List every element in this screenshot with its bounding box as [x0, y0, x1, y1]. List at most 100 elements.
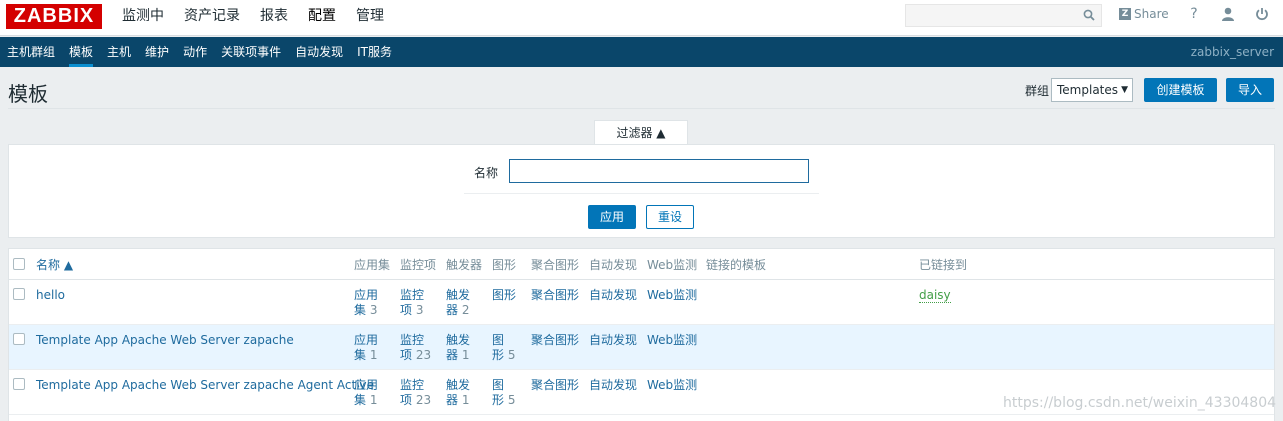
triggers-count: 2 — [461, 303, 470, 317]
web-link[interactable]: Web监测 — [647, 378, 697, 393]
filter-tab[interactable]: 过滤器 ▲ — [594, 120, 688, 145]
applications-link-wrap[interactable]: 集 — [354, 303, 366, 317]
graphs-cell: 图形 5 — [492, 378, 515, 408]
web-link[interactable]: Web监测 — [647, 333, 697, 348]
filter-divider — [464, 193, 819, 194]
subnav-hosts[interactable]: 主机 — [100, 37, 138, 67]
graphs-link-wrap[interactable]: 形 — [492, 348, 504, 362]
group-select[interactable]: Templates ▼ — [1051, 78, 1133, 102]
search-input[interactable] — [905, 4, 1102, 27]
group-select-value: Templates — [1057, 83, 1119, 97]
header-linked-to: 已链接到 — [919, 258, 968, 272]
applications-link[interactable]: 应用 — [354, 333, 378, 347]
screens-link[interactable]: 聚合图形 — [531, 288, 579, 303]
linked-host-link[interactable]: daisy — [919, 288, 951, 303]
help-icon[interactable]: ? — [1186, 6, 1202, 22]
items-cell: 监控项 23 — [400, 333, 431, 363]
applications-cell: 应用集 3 — [354, 288, 378, 318]
triggers-link[interactable]: 触发 — [446, 333, 470, 347]
items-link-wrap[interactable]: 项 — [400, 393, 412, 407]
subnav-actions[interactable]: 动作 — [176, 37, 214, 67]
user-icon[interactable] — [1220, 6, 1236, 22]
subnav-maintenance[interactable]: 维护 — [138, 37, 176, 67]
subnav-templates[interactable]: 模板 — [62, 37, 100, 67]
menu-reports[interactable]: 报表 — [250, 0, 298, 36]
web-link[interactable]: Web监测 — [647, 288, 697, 303]
discovery-link[interactable]: 自动发现 — [589, 288, 637, 303]
server-name: zabbix_server — [1190, 45, 1274, 59]
items-link-wrap[interactable]: 项 — [400, 348, 412, 362]
zabbix-logo[interactable]: ZABBIX — [6, 4, 102, 29]
applications-link[interactable]: 应用 — [354, 378, 378, 392]
graphs-cell: 图形 5 — [492, 333, 515, 363]
applications-count: 1 — [369, 393, 378, 407]
graphs-link[interactable]: 图 — [492, 333, 504, 347]
triggers-link[interactable]: 触发 — [446, 288, 470, 302]
triggers-link-wrap[interactable]: 器 — [446, 303, 458, 317]
header-web: Web监测 — [647, 258, 698, 272]
create-template-button[interactable]: 创建模板 — [1144, 78, 1217, 102]
items-cell: 监控项 23 — [400, 378, 431, 408]
header-applications: 应用集 — [354, 258, 391, 272]
subnav-correlation[interactable]: 关联项事件 — [214, 37, 288, 67]
linked-to-cell: daisy — [919, 288, 951, 303]
graphs-link[interactable]: 图形 — [492, 288, 516, 302]
items-link[interactable]: 监控 — [400, 333, 424, 347]
items-link[interactable]: 监控 — [400, 288, 424, 302]
discovery-link[interactable]: 自动发现 — [589, 378, 637, 393]
top-bar: ZABBIX 监测中 资产记录 报表 配置 管理 Z Share ? — [0, 0, 1283, 36]
graphs-link-wrap[interactable]: 形 — [492, 393, 504, 407]
screens-link[interactable]: 聚合图形 — [531, 333, 579, 348]
template-name-link[interactable]: hello — [36, 288, 65, 303]
header-graphs: 图形 — [492, 258, 517, 272]
share-link[interactable]: Z Share — [1119, 7, 1169, 21]
filter-name-label: 名称 — [474, 166, 499, 180]
subnav-host-groups[interactable]: 主机群组 — [0, 37, 62, 67]
search-icon[interactable] — [1083, 9, 1095, 21]
reset-button[interactable]: 重设 — [646, 205, 694, 229]
menu-administration[interactable]: 管理 — [346, 0, 394, 36]
template-name-link[interactable]: Template App Apache Web Server zapache — [36, 333, 294, 348]
applications-link-wrap[interactable]: 集 — [354, 348, 366, 362]
row-divider — [9, 324, 1274, 325]
apply-button[interactable]: 应用 — [588, 205, 636, 229]
page-title: 模板 — [8, 82, 48, 106]
items-link-wrap[interactable]: 项 — [400, 303, 412, 317]
triggers-count: 1 — [461, 393, 470, 407]
row-checkbox[interactable] — [13, 333, 25, 345]
applications-link-wrap[interactable]: 集 — [354, 393, 366, 407]
dropdown-arrow-icon: ▼ — [1121, 85, 1128, 95]
import-button[interactable]: 导入 — [1226, 78, 1274, 102]
select-all-checkbox[interactable] — [13, 258, 25, 270]
triggers-count: 1 — [461, 348, 470, 362]
row-checkbox[interactable] — [13, 288, 25, 300]
screens-link[interactable]: 聚合图形 — [531, 378, 579, 393]
header-name[interactable]: 名称 ▲ — [36, 258, 73, 273]
triggers-cell: 触发器 2 — [446, 288, 470, 318]
subnav-it-services[interactable]: IT服务 — [350, 37, 399, 67]
group-label: 群组 — [1025, 84, 1050, 98]
menu-monitoring[interactable]: 监测中 — [112, 0, 174, 36]
filter-name-input[interactable] — [509, 159, 809, 183]
menu-inventory[interactable]: 资产记录 — [174, 0, 250, 36]
header-items: 监控项 — [400, 258, 437, 272]
row-checkbox[interactable] — [13, 378, 25, 390]
applications-link[interactable]: 应用 — [354, 288, 378, 302]
menu-configuration[interactable]: 配置 — [298, 0, 346, 36]
items-link[interactable]: 监控 — [400, 378, 424, 392]
graphs-link[interactable]: 图 — [492, 378, 504, 392]
subnav-discovery[interactable]: 自动发现 — [288, 37, 350, 67]
sub-navigation: 主机群组 模板 主机 维护 动作 关联项事件 自动发现 IT服务 zabbix_… — [0, 37, 1283, 67]
filter-panel: 名称 应用 重设 — [8, 144, 1275, 238]
power-icon[interactable] — [1254, 6, 1270, 22]
triggers-link[interactable]: 触发 — [446, 378, 470, 392]
template-name-link[interactable]: Template App Apache Web Server zapache A… — [36, 378, 374, 393]
header-discovery: 自动发现 — [589, 258, 638, 272]
triggers-link-wrap[interactable]: 器 — [446, 393, 458, 407]
applications-cell: 应用集 1 — [354, 333, 378, 363]
applications-cell: 应用集 1 — [354, 378, 378, 408]
discovery-link[interactable]: 自动发现 — [589, 333, 637, 348]
graphs-count: 5 — [507, 348, 516, 362]
items-count: 3 — [415, 303, 424, 317]
triggers-link-wrap[interactable]: 器 — [446, 348, 458, 362]
